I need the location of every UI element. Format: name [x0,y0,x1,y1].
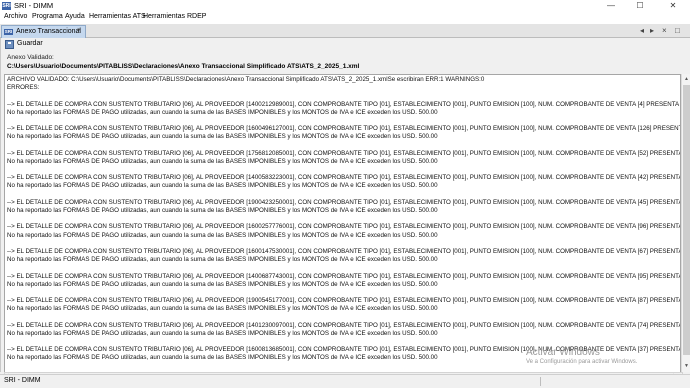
error-detail-line: --> EL DETALLE DE COMPRA CON SUSTENTO TR… [7,297,681,305]
app-icon: SRI [2,2,11,10]
tab-anexo-transaccional[interactable]: SRI Anexo Transaccional × [1,25,86,38]
window-title: SRI - DIMM [14,1,54,10]
maximize-icon[interactable]: ☐ [629,0,651,12]
tab-close-icon[interactable]: × [77,27,81,34]
entry-spacer [7,191,680,199]
vertical-scroll-thumb[interactable] [683,85,690,355]
status-bar: SRI - DIMM [0,374,690,388]
save-icon [5,40,14,49]
menu-programa[interactable]: Programa [32,13,63,20]
error-note-line: No ha reportado las FORMAS DE PAGO utili… [7,182,438,190]
save-label: Guardar [17,40,43,47]
error-detail-line: --> EL DETALLE DE COMPRA CON SUSTENTO TR… [7,247,681,255]
status-text: SRI - DIMM [4,377,41,384]
output-header: ARCHIVO VALIDADO: C:\Users\Usuario\Docum… [7,76,485,83]
title-bar: SRI SRI - DIMM — ☐ ✕ [0,0,690,12]
entry-spacer [7,92,680,100]
watermark-subtitle: Ve a Configuración para activar Windows. [526,359,638,365]
errors-label: ERRORES: [7,84,40,92]
tab-label: Anexo Transaccional [16,28,81,35]
error-note-line: No ha reportado las FORMAS DE PAGO utili… [7,133,438,141]
watermark-title: Activar Windows [526,347,600,358]
anexo-panel: Guardar Anexo Validado: C:\Users\Usuario… [0,38,690,381]
close-tab-icon[interactable]: × [662,26,667,35]
error-detail-line: --> EL DETALLE DE COMPRA CON SUSTENTO TR… [7,272,681,280]
scroll-down-icon[interactable]: ▼ [683,362,690,370]
entry-spacer [7,166,680,174]
anexo-validado-path: C:\Users\Usuario\Documents\PITABLISS\Dec… [7,63,360,70]
entry-spacer [7,338,680,346]
menu-archivo[interactable]: Archivo [4,13,27,20]
windows-activation-watermark: Activar Windows Ve a Configuración para … [526,347,637,365]
anexo-validado-label: Anexo Validado: [7,54,54,61]
error-detail-line: --> EL DETALLE DE COMPRA CON SUSTENTO TR… [7,321,681,329]
vertical-scrollbar[interactable]: ▲ ▼ [681,74,690,372]
menu-bar: Archivo Programa Ayuda Herramientas ATS … [0,12,690,24]
validation-output[interactable]: ARCHIVO VALIDADO: C:\Users\Usuario\Docum… [4,74,681,374]
tab-strip: SRI Anexo Transaccional × [0,24,690,38]
error-detail-line: --> EL DETALLE DE COMPRA CON SUSTENTO TR… [7,149,681,157]
menu-herramientas-ats[interactable]: Herramientas ATS [89,13,146,20]
error-note-line: No ha reportado las FORMAS DE PAGO utili… [7,305,438,313]
error-detail-line: --> EL DETALLE DE COMPRA CON SUSTENTO TR… [7,174,681,182]
error-note-line: No ha reportado las FORMAS DE PAGO utili… [7,108,438,116]
error-detail-line: --> EL DETALLE DE COMPRA CON SUSTENTO TR… [7,100,680,108]
minimize-icon[interactable]: — [600,0,622,12]
error-note-line: No ha reportado las FORMAS DE PAGO utili… [7,280,438,288]
error-note-line: No ha reportado las FORMAS DE PAGO utili… [7,256,438,264]
menu-ayuda[interactable]: Ayuda [65,13,85,20]
entry-spacer [7,117,680,125]
error-note-line: No ha reportado las FORMAS DE PAGO utili… [7,231,438,239]
entry-spacer [7,289,680,297]
scroll-left-icon[interactable]: ◂ [640,26,644,35]
scroll-up-icon[interactable]: ▲ [683,75,690,83]
error-note-line: No ha reportado las FORMAS DE PAGO utili… [7,157,438,165]
status-divider [540,377,541,386]
scroll-right-icon[interactable]: ▸ [650,26,654,35]
entry-spacer [7,240,680,248]
close-icon[interactable]: ✕ [662,0,684,12]
entry-spacer [7,142,680,150]
menu-herramientas-rdep[interactable]: Herramientas RDEP [143,13,206,20]
error-note-line: No ha reportado las FORMAS DE PAGO utili… [7,207,438,214]
error-detail-line: --> EL DETALLE DE COMPRA CON SUSTENTO TR… [7,223,681,231]
sri-tab-icon: SRI [4,29,13,35]
entry-spacer [7,264,680,272]
restore-icon[interactable]: □ [675,26,680,35]
entry-spacer [7,313,680,321]
error-detail-line: --> EL DETALLE DE COMPRA CON SUSTENTO TR… [7,198,681,206]
error-note-line: No ha reportado las FORMAS DE PAGO utili… [7,329,438,337]
entry-spacer [7,215,680,223]
error-detail-line: --> EL DETALLE DE COMPRA CON SUSTENTO TR… [7,125,680,133]
